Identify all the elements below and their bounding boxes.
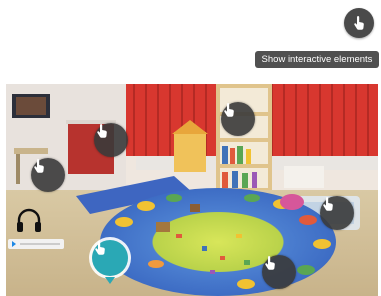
headphones-icon[interactable] [14, 207, 44, 235]
hand-pointer-icon [95, 241, 105, 255]
hotspot-storage-box[interactable] [320, 196, 354, 230]
hand-pointer-icon [265, 256, 275, 270]
classroom-panorama-image [6, 84, 378, 296]
hotspot-cabinet[interactable] [94, 123, 128, 157]
hotspot-bookshelf[interactable] [221, 102, 255, 136]
play-icon[interactable] [12, 241, 16, 247]
hand-pointer-icon [323, 197, 333, 211]
hotspot-rug-toys[interactable] [262, 255, 296, 289]
show-interactive-elements-button[interactable] [344, 8, 374, 38]
panorama-viewer[interactable] [6, 84, 378, 296]
tooltip: Show interactive elements [255, 51, 379, 68]
hand-pointer-icon [97, 124, 107, 138]
hand-pointer-icon [224, 103, 234, 117]
hand-pointer-icon [354, 16, 364, 30]
hotspot-table[interactable] [31, 158, 65, 192]
audio-progress-track[interactable] [20, 243, 60, 245]
hand-pointer-icon [34, 159, 44, 173]
hotspot-active[interactable] [92, 240, 128, 284]
audio-player-bar[interactable] [8, 239, 64, 249]
